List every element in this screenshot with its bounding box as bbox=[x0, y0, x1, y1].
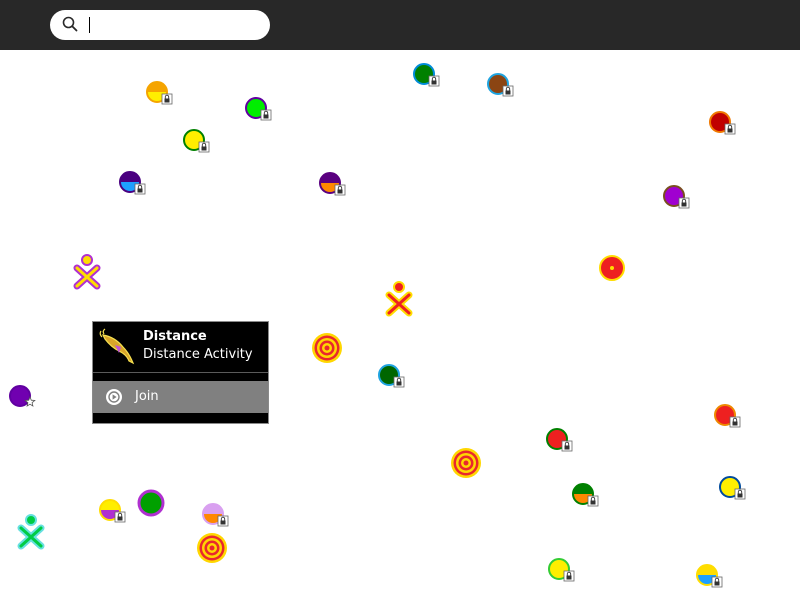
join-label: Join bbox=[135, 389, 159, 404]
locked-access-point-icon[interactable] bbox=[372, 358, 406, 392]
locked-access-point-icon[interactable] bbox=[542, 552, 576, 586]
favorite-access-point-icon[interactable] bbox=[3, 379, 37, 413]
xo-buddy-icon[interactable] bbox=[13, 512, 49, 550]
locked-access-point-icon[interactable] bbox=[93, 493, 127, 527]
locked-access-point-icon[interactable] bbox=[657, 179, 691, 213]
locked-access-point-icon[interactable] bbox=[713, 470, 747, 504]
locked-access-point-icon[interactable] bbox=[113, 165, 147, 199]
locked-access-point-icon[interactable] bbox=[407, 57, 441, 91]
locked-access-point-icon[interactable] bbox=[177, 123, 211, 157]
locked-access-point-icon[interactable] bbox=[703, 105, 737, 139]
locked-access-point-icon[interactable] bbox=[481, 67, 515, 101]
xo-buddy-icon[interactable] bbox=[69, 252, 105, 290]
palette-header: Distance Distance Activity bbox=[93, 322, 268, 373]
locked-access-point-icon[interactable] bbox=[566, 477, 600, 511]
locked-access-point-icon[interactable] bbox=[540, 422, 574, 456]
text-caret bbox=[89, 17, 90, 33]
activity-palette: Distance Distance Activity Join bbox=[92, 321, 269, 424]
locked-access-point-icon[interactable] bbox=[196, 497, 230, 531]
activity-blob-icon[interactable] bbox=[135, 487, 167, 519]
xo-buddy-icon[interactable] bbox=[381, 279, 417, 317]
locked-access-point-icon[interactable] bbox=[239, 91, 273, 125]
mesh-channel-target-icon[interactable] bbox=[449, 446, 483, 480]
search-icon bbox=[62, 16, 78, 32]
palette-subtitle: Distance Activity bbox=[143, 347, 253, 362]
distance-dolphin-icon bbox=[99, 328, 135, 365]
distance-activity-icon[interactable] bbox=[597, 253, 627, 283]
mesh-channel-target-icon[interactable] bbox=[310, 331, 344, 365]
join-button[interactable]: Join bbox=[93, 381, 268, 413]
palette-title: Distance bbox=[143, 329, 207, 344]
search-input[interactable] bbox=[86, 14, 256, 36]
locked-access-point-icon[interactable] bbox=[140, 75, 174, 109]
play-circle-icon bbox=[106, 389, 122, 405]
mesh-channel-target-icon[interactable] bbox=[195, 531, 229, 565]
locked-access-point-icon[interactable] bbox=[313, 166, 347, 200]
search-box[interactable] bbox=[50, 10, 270, 40]
locked-access-point-icon[interactable] bbox=[690, 558, 724, 592]
top-toolbar bbox=[0, 0, 800, 50]
locked-access-point-icon[interactable] bbox=[708, 398, 742, 432]
